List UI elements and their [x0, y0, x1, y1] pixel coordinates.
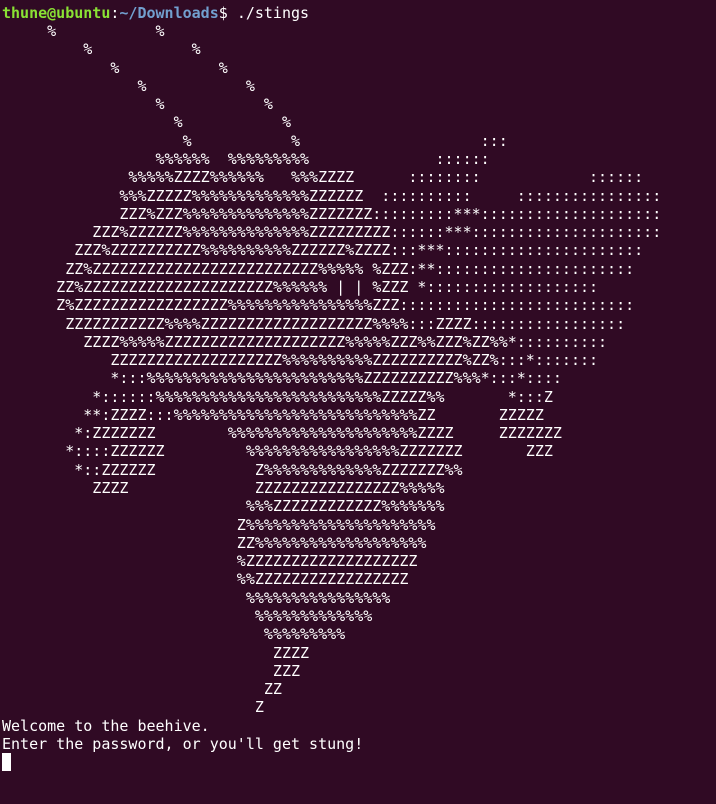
input-line[interactable] [2, 752, 716, 771]
prompt-user-host: thune@ubuntu [2, 4, 111, 22]
password-prompt-message: Enter the password, or you'll get stung! [2, 734, 364, 753]
prompt-symbol: $ [218, 4, 237, 22]
bee-ascii-art: % % % % % % % % % % % % % %::: %%%%%% %… [47, 22, 662, 717]
text-cursor [2, 752, 11, 771]
command-prompt-line: thune@ubuntu:~/Downloads$ ./stings [2, 4, 716, 22]
prompt-command: ./stings [236, 4, 310, 22]
prompt-path: ~/Downloads [119, 4, 219, 22]
welcome-message: Welcome to the beehive. [2, 716, 210, 735]
terminal-window[interactable]: thune@ubuntu:~/Downloads$ ./stings % % %… [0, 0, 716, 804]
